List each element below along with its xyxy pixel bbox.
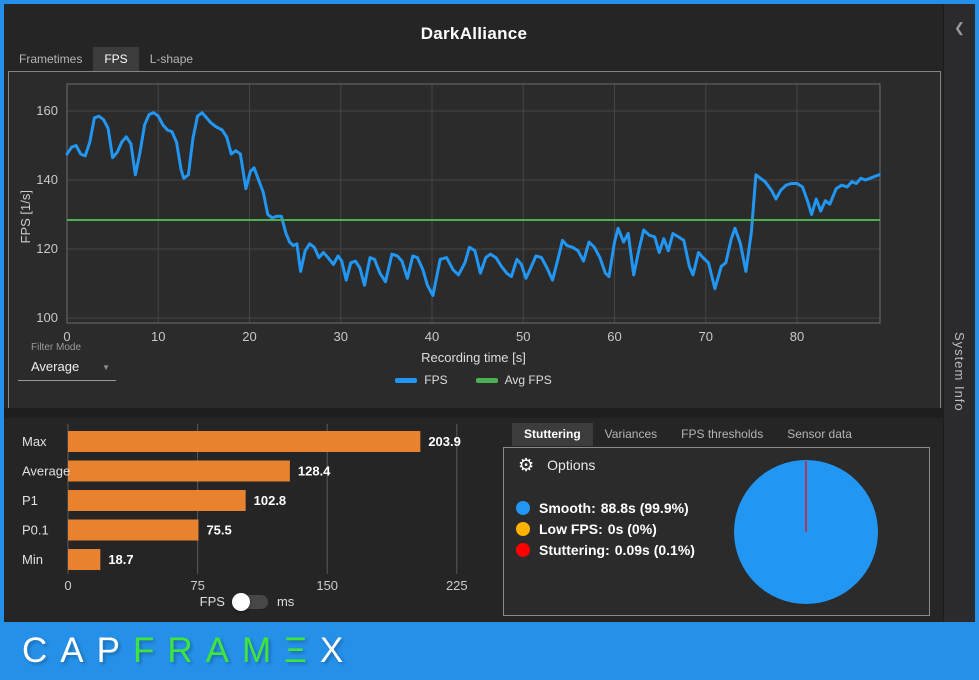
logo-part-cap: CAP: [22, 631, 133, 670]
low-fps-dot: [516, 522, 530, 536]
unit-toggle-row: FPS ms: [8, 592, 486, 611]
legend-row-low-fps: Low FPS: 0s (0%): [516, 521, 695, 537]
svg-text:30: 30: [334, 329, 348, 344]
svg-text:P0.1: P0.1: [22, 523, 49, 538]
filter-mode-value: Average: [31, 359, 80, 374]
unit-fps-label: FPS: [199, 594, 225, 609]
chart-legend: FPS Avg FPS: [67, 373, 880, 387]
fps-line-swatch: [395, 377, 418, 383]
svg-text:10: 10: [151, 329, 165, 344]
svg-text:18.7: 18.7: [108, 552, 133, 567]
system-info-sidebar[interactable]: ❮ System Info: [943, 4, 975, 622]
main-tab-bar: Frametimes FPS L-shape: [8, 47, 204, 72]
filter-mode-label: Filter Mode: [31, 342, 82, 353]
fps-stats-bar-chart: 0 75 150 225 Max 203.9 Average 128.4 P1 102.8 P0.1…: [22, 424, 468, 593]
smooth-text: Smooth: 88.8s (99.9%): [539, 500, 689, 516]
svg-text:203.9: 203.9: [428, 434, 461, 449]
unit-ms-label: ms: [276, 594, 295, 609]
svg-text:Average: Average: [22, 464, 70, 479]
legend-avg-fps-label: Avg FPS: [504, 373, 552, 387]
toggle-knob[interactable]: [231, 592, 250, 611]
logo-part-frame: FRAMΞ: [132, 631, 320, 670]
low-fps-text: Low FPS: 0s (0%): [539, 521, 657, 537]
legend-row-stuttering: Stuttering: 0.09s (0.1%): [516, 542, 695, 558]
avg-fps-line-swatch: [475, 377, 498, 383]
svg-text:P1: P1: [22, 493, 38, 508]
smooth-dot: [516, 501, 530, 515]
legend-item-avg-fps: Avg FPS: [475, 373, 552, 387]
stuttering-legend: Smooth: 88.8s (99.9%) Low FPS: 0s (0%) Stu…: [516, 500, 695, 563]
footer-bar: CAPFRAMΞX: [0, 622, 979, 680]
svg-text:140: 140: [36, 172, 58, 187]
stuttering-text: Stuttering: 0.09s (0.1%): [539, 542, 695, 558]
analysis-tab-bar: Stuttering Variances FPS thresholds Sens…: [495, 423, 941, 446]
svg-text:50: 50: [516, 329, 530, 344]
svg-text:102.8: 102.8: [254, 493, 287, 508]
tab-sensor-data[interactable]: Sensor data: [775, 423, 864, 446]
gear-icon[interactable]: ⚙: [518, 456, 534, 474]
app-window: DarkAlliance ❮ System Info Frametimes FP…: [4, 4, 975, 622]
stuttering-dot: [516, 543, 530, 557]
system-info-label: System Info: [952, 332, 967, 412]
tab-fps-thresholds[interactable]: FPS thresholds: [669, 423, 775, 446]
y-axis-label: FPS [1/s]: [18, 190, 33, 244]
fps-ms-toggle[interactable]: [231, 592, 268, 611]
svg-text:70: 70: [699, 329, 713, 344]
capframex-logo: CAPFRAMΞX: [22, 631, 356, 671]
legend-item-fps: FPS: [395, 373, 448, 387]
svg-text:60: 60: [607, 329, 621, 344]
collapse-chevron-icon[interactable]: ❮: [944, 20, 975, 36]
svg-text:20: 20: [242, 329, 256, 344]
tab-variances[interactable]: Variances: [593, 423, 669, 446]
filter-mode-dropdown[interactable]: Average ▼: [18, 356, 116, 381]
tab-stuttering[interactable]: Stuttering: [512, 423, 593, 446]
analysis-panel: Stuttering Variances FPS thresholds Sens…: [495, 418, 941, 618]
tab-l-shape[interactable]: L-shape: [139, 47, 204, 72]
x-axis-label: Recording time [s]: [421, 350, 526, 365]
svg-text:75: 75: [190, 578, 204, 593]
svg-text:40: 40: [425, 329, 439, 344]
legend-row-smooth: Smooth: 88.8s (99.9%): [516, 500, 695, 516]
tab-fps[interactable]: FPS: [93, 47, 139, 72]
stuttering-pie-chart: [734, 460, 878, 604]
svg-text:150: 150: [316, 578, 338, 593]
filter-mode-group: Filter Mode Average ▼: [18, 342, 116, 381]
legend-fps-label: FPS: [424, 373, 448, 387]
stuttering-content-box: ⚙ Options Smooth: 88.8s (99.9%) Low FPS: 0…: [503, 447, 930, 616]
svg-text:Max: Max: [22, 434, 47, 449]
svg-text:225: 225: [446, 578, 468, 593]
svg-text:Min: Min: [22, 552, 43, 567]
svg-text:120: 120: [36, 241, 58, 256]
logo-part-x: X: [319, 631, 357, 670]
svg-text:100: 100: [36, 310, 58, 325]
svg-text:128.4: 128.4: [298, 464, 331, 479]
options-row: ⚙ Options: [518, 456, 595, 474]
svg-text:80: 80: [790, 329, 804, 344]
svg-text:75.5: 75.5: [206, 523, 231, 538]
page-title: DarkAlliance: [420, 24, 528, 43]
panel-divider: [4, 408, 944, 418]
svg-text:160: 160: [36, 103, 58, 118]
chevron-down-icon: ▼: [102, 363, 110, 372]
fps-chart-panel: 0 10 20 30 40 50 60 70 80 100 120 140 160 FPS [1/s] …: [8, 71, 941, 409]
tab-frametimes[interactable]: Frametimes: [8, 47, 93, 72]
fps-stats-bar-panel: 0 75 150 225 Max 203.9 Average 128.4 P1 102.8 P0.1…: [8, 418, 486, 618]
svg-text:0: 0: [64, 578, 71, 593]
options-label: Options: [547, 457, 596, 473]
